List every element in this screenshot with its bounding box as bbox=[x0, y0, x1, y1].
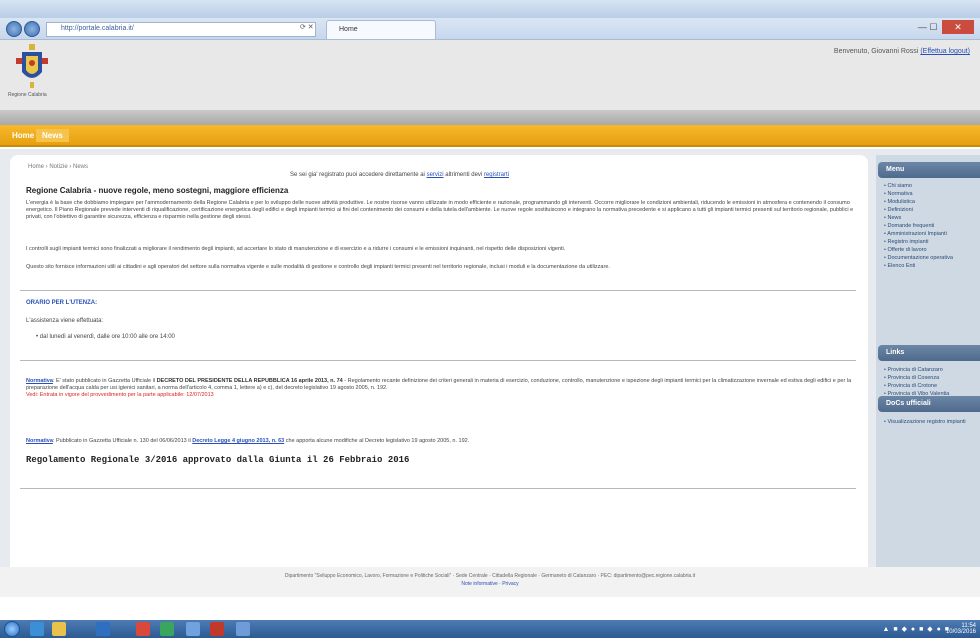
divider bbox=[20, 488, 856, 489]
regione-calabria-logo[interactable] bbox=[14, 44, 50, 90]
news-text: : E' stato pubblicato in Gazzetta Uffici… bbox=[52, 378, 156, 384]
sidebar-item[interactable]: Chi siamo bbox=[884, 182, 978, 190]
sidebar-item[interactable]: Elenco Enti bbox=[884, 262, 978, 270]
browser-title-bar bbox=[0, 0, 980, 18]
site-header: Regione Calabria Benvenuto, Giovanni Ros… bbox=[0, 40, 980, 110]
register-link[interactable]: registrarti bbox=[484, 172, 509, 178]
news-text: : Pubblicato in Gazzetta Ufficiale n. 13… bbox=[52, 438, 191, 444]
notice-mid: altrimenti devi bbox=[445, 172, 483, 178]
welcome-message: Benvenuto, Giovanni Rossi (Effettua logo… bbox=[834, 48, 970, 55]
start-button[interactable] bbox=[4, 621, 20, 637]
nav-news[interactable]: News bbox=[36, 129, 69, 142]
main-nav: Home News bbox=[0, 125, 980, 147]
news-label[interactable]: Normativa bbox=[26, 438, 53, 444]
clock-date: 10/03/2016 bbox=[945, 629, 976, 635]
sidebar-menu-header: Menu bbox=[878, 162, 980, 178]
system-tray-icons[interactable]: ▲ ■ ◆ ● ■ ◆ ● ■ bbox=[883, 625, 950, 633]
news-text: che apporta alcune modifiche al Decreto … bbox=[285, 438, 470, 444]
regulation-headline: Regolamento Regionale 3/2016 approvato d… bbox=[26, 455, 410, 465]
app-icon[interactable] bbox=[186, 622, 200, 636]
forward-button[interactable] bbox=[24, 21, 40, 37]
nav-home[interactable]: Home bbox=[12, 131, 34, 140]
hours-text: dal lunedì al venerdì, dalle ore 10:00 a… bbox=[39, 334, 175, 340]
sidebar-links-header: Links bbox=[878, 345, 980, 361]
divider bbox=[20, 360, 856, 361]
sidebar-item[interactable]: Offerte di lavoro bbox=[884, 246, 978, 254]
info-paragraph: Questo sito fornisce informazioni utili … bbox=[26, 264, 610, 270]
news-item: Normativa: E' stato pubblicato in Gazzet… bbox=[26, 378, 856, 399]
sidebar-item[interactable]: Documentazione operativa bbox=[884, 254, 978, 262]
sidebar-item[interactable]: Visualizzazione registro impianti bbox=[884, 418, 978, 426]
sidebar-menu-list: Chi siamo Normativa Modulistica Definizi… bbox=[884, 182, 978, 270]
sidebar-item[interactable]: Registro impianti bbox=[884, 238, 978, 246]
refresh-icon[interactable]: ⟳ ✕ bbox=[300, 23, 314, 31]
hours-title: ORARIO PER L'UTENZA: bbox=[26, 300, 98, 306]
sidebar-docs-header: DoCs ufficiali bbox=[878, 396, 980, 412]
sidebar-item[interactable]: Provincia di Cosenza bbox=[884, 374, 978, 382]
pdf-icon[interactable] bbox=[210, 622, 224, 636]
services-link[interactable]: servizi bbox=[427, 172, 444, 178]
controls-paragraph: I controlli sugli impianti termici sono … bbox=[26, 246, 566, 252]
footer-address: Dipartimento "Sviluppo Economico, Lavoro… bbox=[284, 573, 696, 579]
news-note: Vedi: Entrata in vigore del provvediment… bbox=[26, 392, 214, 398]
browser-toolbar: http://portale.calabria.it/ ⟳ ✕ Home — ☐… bbox=[0, 18, 980, 40]
sidebar-item[interactable]: News bbox=[884, 214, 978, 222]
login-notice: Se sei gia' registrato puoi accedere dir… bbox=[290, 172, 509, 178]
sidebar-item[interactable]: Modulistica bbox=[884, 198, 978, 206]
ie-icon[interactable] bbox=[30, 622, 44, 636]
sidebar-item[interactable]: Amministrazioni Impianti bbox=[884, 230, 978, 238]
footer-links[interactable]: Note informative · Privacy bbox=[0, 581, 980, 587]
news-bold: DECRETO DEL PRESIDENTE DELLA REPUBBLICA … bbox=[156, 378, 343, 384]
header-divider bbox=[0, 110, 980, 125]
sidebar-docs-list: Visualizzazione registro impianti bbox=[884, 418, 978, 426]
footer: Dipartimento "Sviluppo Economico, Lavoro… bbox=[0, 567, 980, 597]
app-icon[interactable] bbox=[236, 622, 250, 636]
notice-prefix: Se sei gia' registrato puoi accedere dir… bbox=[290, 172, 425, 178]
sidebar-item[interactable]: Domande frequenti bbox=[884, 222, 978, 230]
chrome-icon[interactable] bbox=[136, 622, 150, 636]
sidebar-item[interactable]: Provincia di Crotone bbox=[884, 382, 978, 390]
breadcrumb[interactable]: Home › Notizie › News bbox=[28, 164, 88, 170]
hours-item: • dal lunedì al venerdì, dalle ore 10:00… bbox=[36, 334, 175, 340]
news-item: Normativa: Pubblicato in Gazzetta Uffici… bbox=[26, 438, 856, 445]
decree-link[interactable]: Decreto Legge 4 giugno 2013, n. 63 bbox=[192, 438, 284, 444]
minimize-icon[interactable]: — bbox=[918, 22, 927, 32]
logout-link[interactable]: (Effettua logout) bbox=[920, 48, 970, 55]
browser-tab[interactable]: Home bbox=[326, 20, 436, 39]
excel-icon[interactable] bbox=[160, 622, 174, 636]
sidebar-links-list: Provincia di Catanzaro Provincia di Cose… bbox=[884, 366, 978, 398]
address-bar[interactable]: http://portale.calabria.it/ bbox=[46, 22, 316, 37]
word-icon[interactable] bbox=[96, 622, 110, 636]
page-title: Regione Calabria - nuove regole, meno so… bbox=[26, 186, 289, 195]
welcome-user: Benvenuto, Giovanni Rossi bbox=[833, 48, 919, 55]
divider bbox=[20, 290, 856, 291]
logo-text: Regione Calabria bbox=[8, 92, 47, 98]
maximize-icon[interactable]: ☐ bbox=[929, 22, 937, 32]
intro-paragraph: L'energia è la base che dobbiamo impiega… bbox=[26, 200, 854, 220]
window-controls: — ☐ ✕ bbox=[918, 20, 974, 34]
sidebar-item[interactable]: Definizioni bbox=[884, 206, 978, 214]
back-button[interactable] bbox=[6, 21, 22, 37]
sidebar-item[interactable]: Normativa bbox=[884, 190, 978, 198]
hours-intro: L'assistenza viene effettuata: bbox=[26, 318, 104, 324]
news-label[interactable]: Normativa bbox=[26, 378, 53, 384]
folder-icon[interactable] bbox=[52, 622, 66, 636]
taskbar-clock[interactable]: 11:54 10/03/2016 bbox=[946, 623, 976, 635]
windows-taskbar: ▲ ■ ◆ ● ■ ◆ ● ■ 11:54 10/03/2016 bbox=[0, 620, 980, 638]
sidebar-item[interactable]: Provincia di Catanzaro bbox=[884, 366, 978, 374]
close-window-button[interactable]: ✕ bbox=[942, 20, 974, 34]
